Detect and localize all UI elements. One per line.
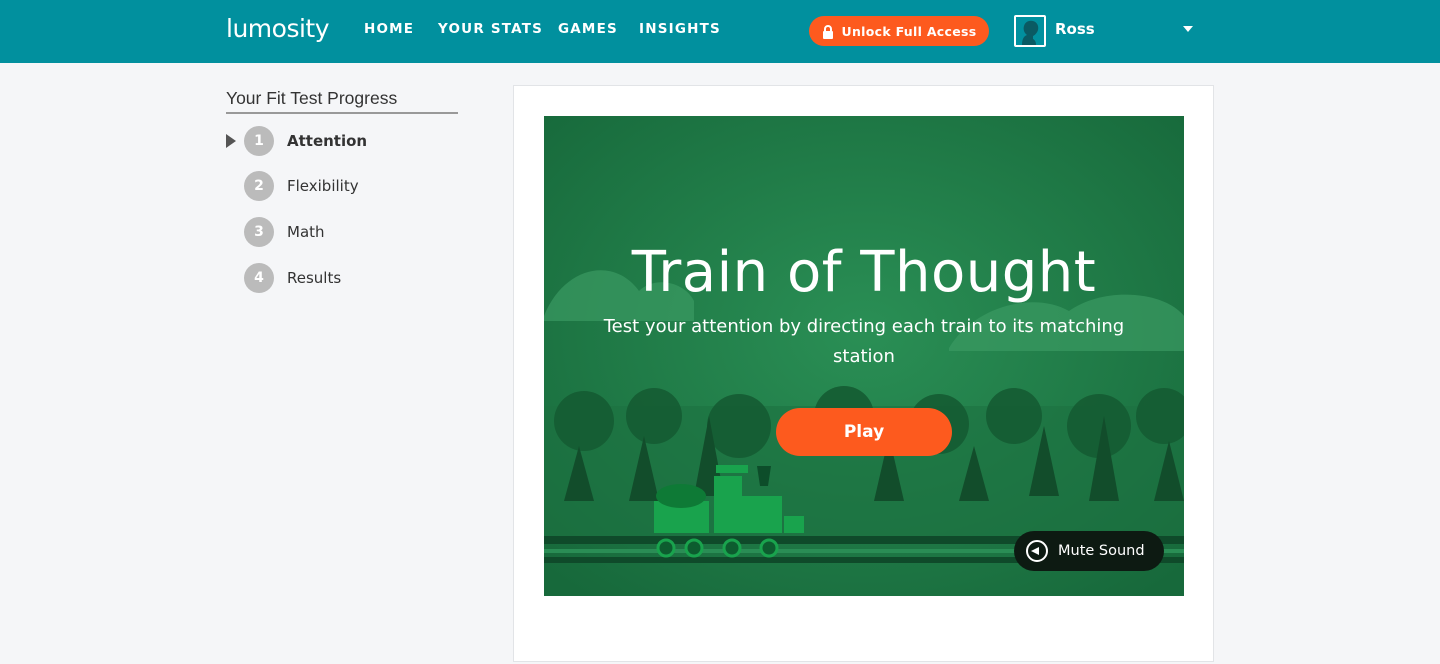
step-attention: 1 Attention	[226, 126, 466, 156]
game-description: Test your attention by directing each tr…	[603, 316, 1125, 367]
step-number: 3	[244, 217, 274, 247]
user-silhouette-icon	[1016, 17, 1044, 45]
top-nav-bar: lumosity HOME YOUR STATS GAMES INSIGHTS …	[0, 0, 1440, 63]
chevron-down-icon[interactable]	[1183, 26, 1193, 32]
step-number: 2	[244, 171, 274, 201]
step-label: Results	[287, 269, 342, 287]
step-number: 4	[244, 263, 274, 293]
nav-home[interactable]: HOME	[364, 21, 414, 37]
progress-title: Your Fit Test Progress	[226, 88, 398, 108]
nav-games[interactable]: GAMES	[558, 21, 618, 37]
unlock-label: Unlock Full Access	[841, 23, 977, 39]
mute-sound-button[interactable]: Mute Sound	[1014, 531, 1164, 571]
step-label: Flexibility	[287, 177, 359, 195]
lumosity-logo[interactable]: lumosity	[226, 14, 330, 43]
divider	[226, 112, 458, 114]
step-number: 1	[244, 126, 274, 156]
lock-icon	[822, 24, 834, 39]
game-frame[interactable]: Train of Thought Test your attention by …	[544, 116, 1184, 596]
avatar[interactable]	[1014, 15, 1046, 47]
play-button[interactable]: Play	[776, 408, 952, 456]
unlock-full-access-button[interactable]: Unlock Full Access	[809, 16, 989, 46]
step-flexibility: 2 Flexibility	[226, 171, 466, 201]
game-title: Train of Thought	[631, 240, 1097, 305]
speaker-icon	[1026, 540, 1048, 562]
step-label: Math	[287, 223, 325, 241]
nav-your-stats[interactable]: YOUR STATS	[438, 21, 543, 37]
step-label: Attention	[287, 132, 368, 150]
current-step-arrow-icon	[226, 134, 236, 148]
nav-insights[interactable]: INSIGHTS	[639, 21, 721, 37]
step-math: 3 Math	[226, 217, 466, 247]
step-results: 4 Results	[226, 263, 466, 293]
user-name[interactable]: Ross	[1055, 20, 1095, 38]
mute-label: Mute Sound	[1058, 543, 1145, 559]
